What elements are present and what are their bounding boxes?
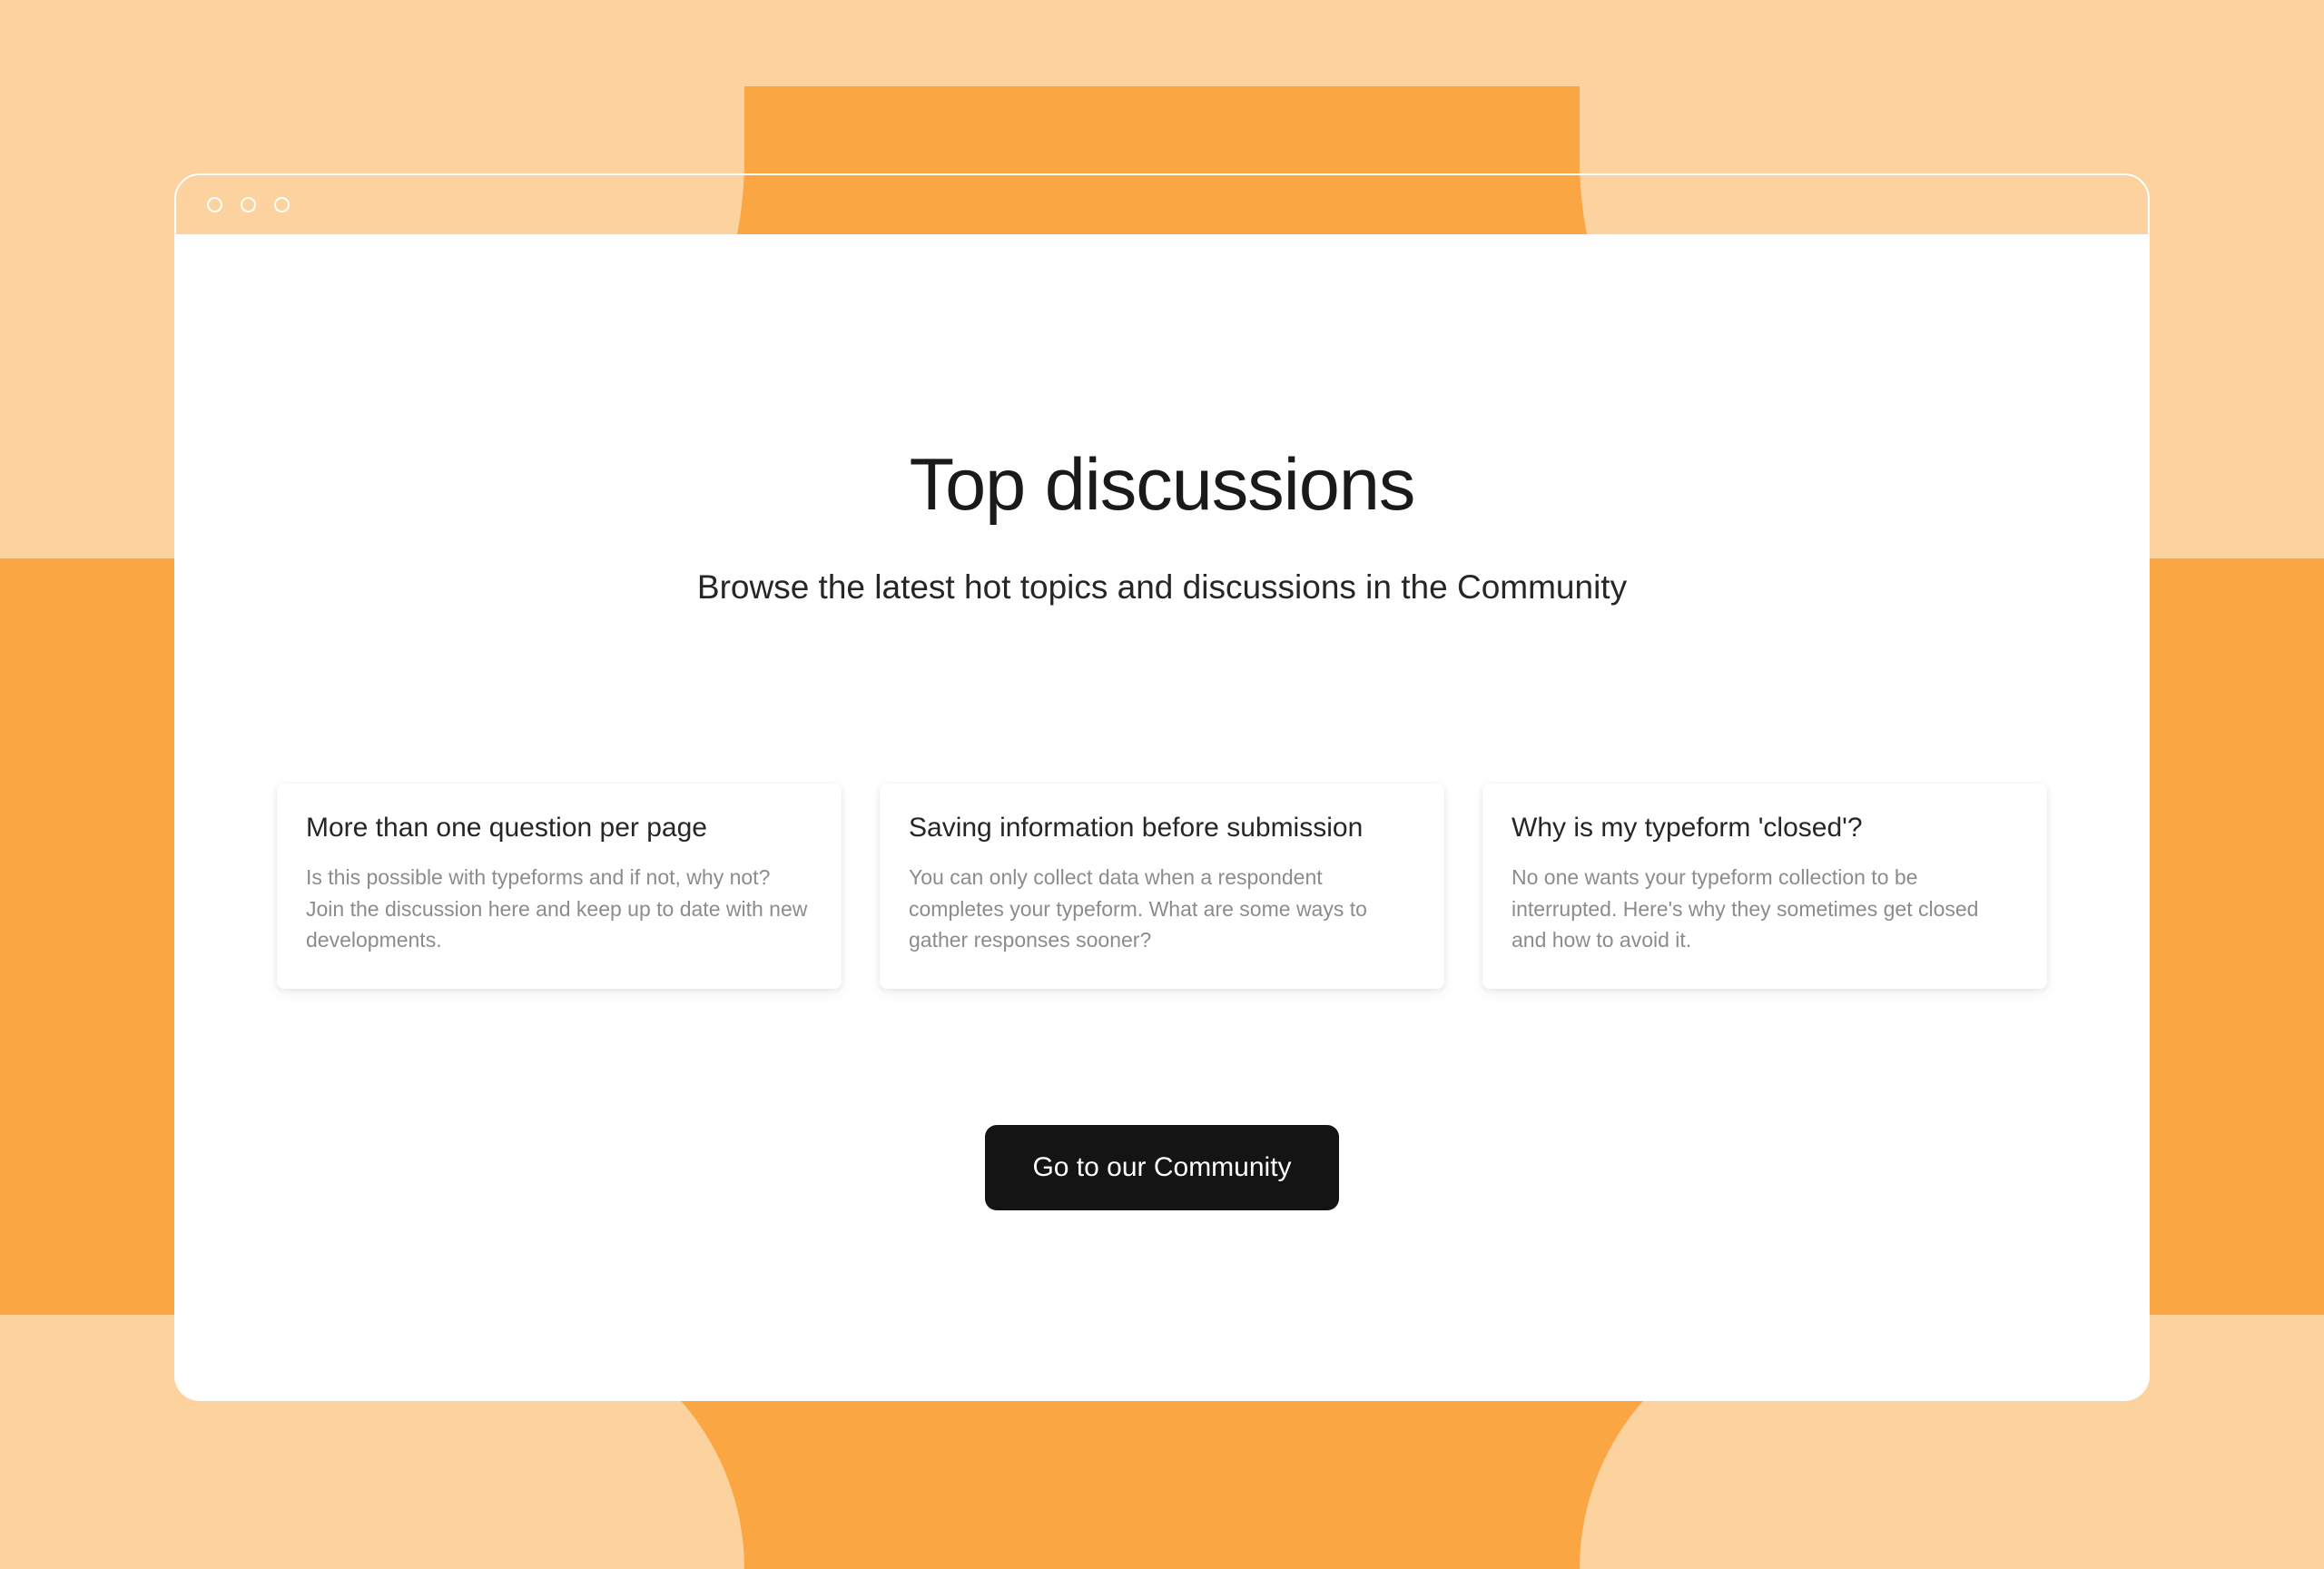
discussion-card-description: You can only collect data when a respond… xyxy=(909,862,1415,956)
browser-titlebar xyxy=(176,175,2148,234)
window-control-close-icon[interactable] xyxy=(207,197,222,212)
discussion-card-title: Why is my typeform 'closed'? xyxy=(1512,813,2018,844)
discussion-card-description: No one wants your typeform collection to… xyxy=(1512,862,2018,956)
browser-window: Top discussions Browse the latest hot to… xyxy=(174,173,2150,1401)
discussion-card[interactable]: More than one question per page Is this … xyxy=(277,784,842,989)
discussion-card[interactable]: Why is my typeform 'closed'? No one want… xyxy=(1482,784,2047,989)
discussion-card-title: Saving information before submission xyxy=(909,813,1415,844)
window-control-minimize-icon[interactable] xyxy=(241,197,256,212)
browser-content: Top discussions Browse the latest hot to… xyxy=(176,234,2148,1399)
discussion-card[interactable]: Saving information before submission You… xyxy=(880,784,1444,989)
page-title: Top discussions xyxy=(910,443,1415,528)
community-button[interactable]: Go to our Community xyxy=(985,1125,1338,1210)
discussion-cards-row: More than one question per page Is this … xyxy=(176,784,2148,989)
window-control-maximize-icon[interactable] xyxy=(274,197,290,212)
discussion-card-description: Is this possible with typeforms and if n… xyxy=(306,862,812,956)
discussion-card-title: More than one question per page xyxy=(306,813,812,844)
page-subtitle: Browse the latest hot topics and discuss… xyxy=(697,568,1627,607)
